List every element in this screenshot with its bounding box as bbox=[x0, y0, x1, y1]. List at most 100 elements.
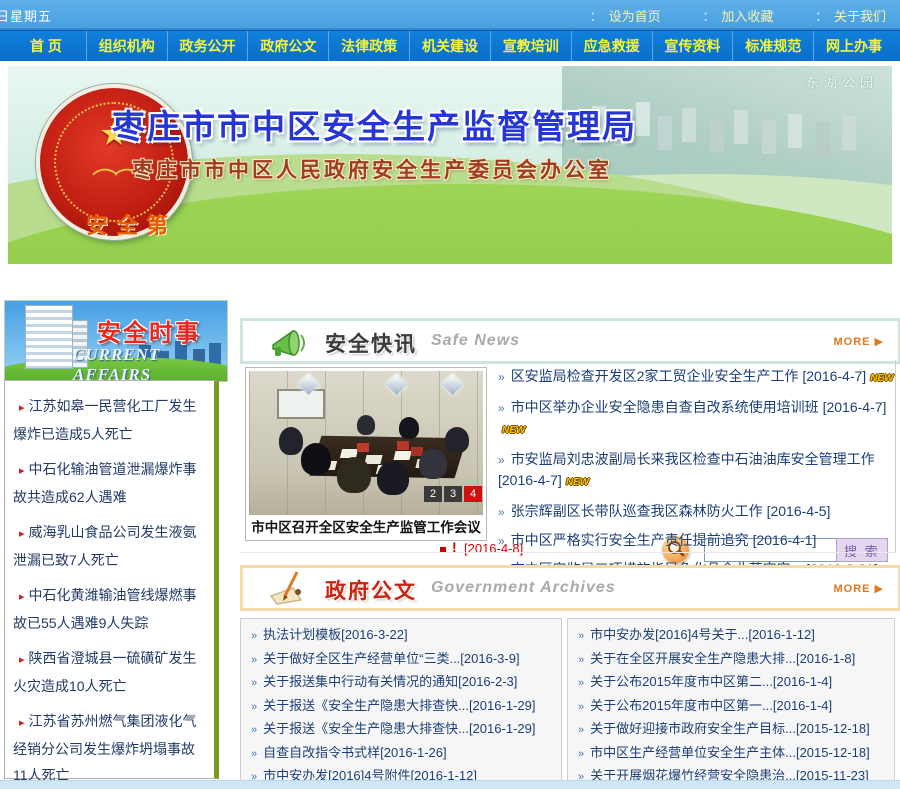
colon-separator: ： bbox=[815, 9, 828, 24]
doc-row[interactable]: »关于公布2015年度市中区第一...[2016-1-4] bbox=[578, 695, 884, 719]
gov-docs-right-column: »市中安办发[2016]4号关于...[2016-1-12] »关于在全区开展安… bbox=[567, 618, 895, 782]
doc-row[interactable]: »关于做好全区生产经营单位“三类...[2016-3-9] bbox=[251, 648, 551, 672]
doc-title: 市中安办发[2016]4号关于...[2016-1-12] bbox=[590, 627, 815, 642]
list-item[interactable]: ▸中石化黄潍输油管线爆燃事故已55人遇难9人失踪 bbox=[13, 582, 206, 636]
building-icon bbox=[25, 305, 73, 369]
news-title: 区安监局检查开发区2家工贸企业安全生产工作 [2016-4-7] bbox=[511, 368, 867, 384]
doc-title: 关于报送《安全生产隐患大排查快...[2016-1-29] bbox=[263, 721, 535, 736]
nav-item-home[interactable]: 首 页 bbox=[6, 31, 87, 61]
add-favorite-link[interactable]: ： 加入收藏 bbox=[702, 9, 773, 24]
nav-item-agency-building[interactable]: 机关建设 bbox=[410, 31, 491, 61]
weekday-label: 日星期五 bbox=[0, 6, 52, 25]
person-figure bbox=[445, 427, 469, 453]
doc-row[interactable]: » 关于公布2015年度市中区第二...[2016-1-4] bbox=[578, 671, 884, 695]
current-affairs-list: ▸江苏如皋一民营化工厂发生爆炸已造成5人死亡 ▸中石化输油管道泄漏爆炸事故共造成… bbox=[4, 380, 219, 779]
doc-title: 关于在全区开展安全生产隐患大排...[2016-1-8] bbox=[590, 651, 855, 666]
doc-row[interactable]: » 关于报送《安全生产隐患大排查快...[2016-1-29] bbox=[251, 695, 551, 719]
doc-title: 关于公布2015年度市中区第二...[2016-1-4] bbox=[590, 674, 832, 689]
nav-item-organization[interactable]: 组织机构 bbox=[87, 31, 168, 61]
doc-row[interactable]: » 关于在全区开展安全生产隐患大排...[2016-1-8] bbox=[578, 648, 884, 672]
list-item-text: 威海乳山食品公司发生液氨泄漏已致7人死亡 bbox=[13, 524, 197, 568]
doc-title: 关于报送《安全生产隐患大排查快...[2016-1-29] bbox=[263, 698, 535, 713]
nav-item-standards[interactable]: 标准规范 bbox=[733, 31, 814, 61]
top-bar: 日星期五 ：设为首页 ：加入收藏 ：关于我们 bbox=[0, 0, 900, 30]
person-figure bbox=[301, 443, 331, 475]
window-graphic bbox=[277, 389, 325, 419]
doc-row[interactable]: » 市中区生产经营单位安全生产主体...[2015-12-18] bbox=[578, 742, 884, 766]
person-figure bbox=[399, 417, 419, 439]
nav-item-training[interactable]: 宣教培训 bbox=[491, 31, 572, 61]
add-favorite-label: 加入收藏 bbox=[721, 9, 773, 24]
safe-news-header: 安全快讯 Safe News MORE ▶ bbox=[240, 318, 900, 364]
more-link[interactable]: MORE ▶ bbox=[833, 582, 884, 595]
news-row[interactable]: »市中区举办企业安全隐患自查自改系统使用培训班 [2016-4-7]NEW bbox=[498, 393, 894, 445]
colon-separator: ： bbox=[702, 9, 715, 24]
section-subtitle-en: Government Archives bbox=[431, 579, 616, 597]
triangle-bullet-icon: ▸ bbox=[19, 528, 25, 540]
nav-item-publicity[interactable]: 宣传资料 bbox=[653, 31, 734, 61]
triangle-bullet-icon: ▸ bbox=[19, 465, 25, 477]
chevron-bullet-icon: » bbox=[251, 724, 257, 736]
chevron-bullet-icon: » bbox=[578, 677, 584, 689]
site-subtitle: 枣庄市市中区人民政府安全生产委员会办公室 bbox=[132, 154, 612, 184]
list-item[interactable]: ▸威海乳山食品公司发生液氨泄漏已致7人死亡 bbox=[13, 519, 206, 573]
nav-item-online-service[interactable]: 网上办事 bbox=[814, 31, 894, 61]
more-link[interactable]: MORE ▶ bbox=[833, 335, 884, 348]
safety-marquee-text: 安全第 bbox=[86, 208, 176, 240]
chevron-bullet-icon: » bbox=[578, 654, 584, 666]
topbar-links: ：设为首页 ：加入收藏 ：关于我们 bbox=[552, 6, 886, 25]
list-item-text: 江苏省苏州燃气集团液化气经销分公司发生爆炸坍塌事故11人死亡 bbox=[13, 713, 197, 783]
list-item[interactable]: ▸中石化输油管道泄漏爆炸事故共造成62人遇难 bbox=[13, 456, 206, 510]
doc-row[interactable]: » 执法计划模板[2016-3-22] bbox=[251, 624, 551, 648]
pagination-item-active[interactable]: 4 bbox=[464, 486, 482, 502]
section-title: 安全快讯 bbox=[325, 328, 417, 358]
doc-title: 自查自改指令书式样[2016-1-26] bbox=[263, 745, 447, 760]
person-figure bbox=[337, 457, 371, 493]
chevron-bullet-icon: » bbox=[498, 370, 505, 384]
nav-item-gov-affairs[interactable]: 政务公开 bbox=[168, 31, 249, 61]
news-row[interactable]: »市安监局刘忠波副局长来我区检查中石油油库安全管理工作 [2016-4-7]NE… bbox=[498, 445, 894, 497]
doc-row[interactable]: »市中安办发[2016]4号关于...[2016-1-12] bbox=[578, 624, 884, 648]
chevron-bullet-icon: » bbox=[578, 748, 584, 760]
pen-paper-icon bbox=[267, 570, 311, 606]
gov-docs-header: 政府公文 Government Archives MORE ▶ bbox=[240, 565, 900, 611]
chevron-bullet-icon: » bbox=[251, 677, 257, 689]
pagination-item[interactable]: 3 bbox=[444, 486, 462, 502]
chevron-bullet-icon: » bbox=[251, 654, 257, 666]
doc-row[interactable]: »自查自改指令书式样[2016-1-26] bbox=[251, 742, 551, 766]
list-item[interactable]: ▸江苏省苏州燃气集团液化气经销分公司发生爆炸坍塌事故11人死亡 bbox=[13, 708, 206, 788]
nav-item-gov-documents[interactable]: 政府公文 bbox=[248, 31, 329, 61]
bottom-strip bbox=[0, 780, 900, 789]
chevron-bullet-icon: » bbox=[498, 453, 505, 467]
nav-item-emergency[interactable]: 应急救援 bbox=[572, 31, 653, 61]
doc-title: 执法计划模板[2016-3-22] bbox=[263, 627, 408, 642]
doc-row[interactable]: »关于报送集中行动有关情况的通知[2016-2-3] bbox=[251, 671, 551, 695]
news-row[interactable]: » 区安监局检查开发区2家工贸企业安全生产工作 [2016-4-7]NEW bbox=[498, 362, 894, 393]
new-badge: NEW bbox=[502, 421, 525, 441]
person-figure bbox=[419, 449, 447, 479]
nav-item-laws[interactable]: 法律政策 bbox=[329, 31, 410, 61]
about-us-link[interactable]: ：关于我们 bbox=[815, 9, 886, 24]
pagination-item[interactable]: 2 bbox=[424, 486, 442, 502]
sidebar-title: 安全时事 bbox=[97, 313, 201, 348]
chevron-bullet-icon: » bbox=[251, 701, 257, 713]
set-homepage-link[interactable]: ：设为首页 bbox=[590, 9, 661, 24]
news-row[interactable]: »市中区严格实行安全生产责任提前追究 [2016-4-1] bbox=[498, 526, 894, 555]
chevron-bullet-icon: » bbox=[578, 701, 584, 713]
doc-row[interactable]: »关于做好迎接市政府安全生产目标...[2015-12-18] bbox=[578, 718, 884, 742]
chevron-bullet-icon: » bbox=[251, 630, 257, 642]
doc-row[interactable]: » 关于报送《安全生产隐患大排查快...[2016-1-29] bbox=[251, 718, 551, 742]
person-figure bbox=[357, 415, 375, 435]
doc-title: 市中区生产经营单位安全生产主体...[2015-12-18] bbox=[590, 745, 870, 760]
news-row[interactable]: »张宗辉副区长带队巡查我区森林防火工作 [2016-4-5] bbox=[498, 497, 894, 526]
triangle-bullet-icon: ▸ bbox=[19, 717, 25, 729]
list-item[interactable]: ▸江苏如皋一民营化工厂发生爆炸已造成5人死亡 bbox=[13, 393, 206, 447]
person-figure bbox=[377, 461, 409, 495]
new-badge: NEW bbox=[870, 369, 893, 389]
chevron-bullet-icon: » bbox=[498, 401, 505, 415]
set-homepage-label: 设为首页 bbox=[609, 9, 661, 24]
list-item[interactable]: ▸陕西省澄城县一硫磺矿发生火灾造成10人死亡 bbox=[13, 645, 206, 699]
news-photo[interactable]: 2 3 4 市中区召开全区安全生产监管工作会议 bbox=[245, 367, 487, 541]
megaphone-icon bbox=[267, 323, 311, 359]
triangle-bullet-icon: ▸ bbox=[19, 402, 25, 414]
